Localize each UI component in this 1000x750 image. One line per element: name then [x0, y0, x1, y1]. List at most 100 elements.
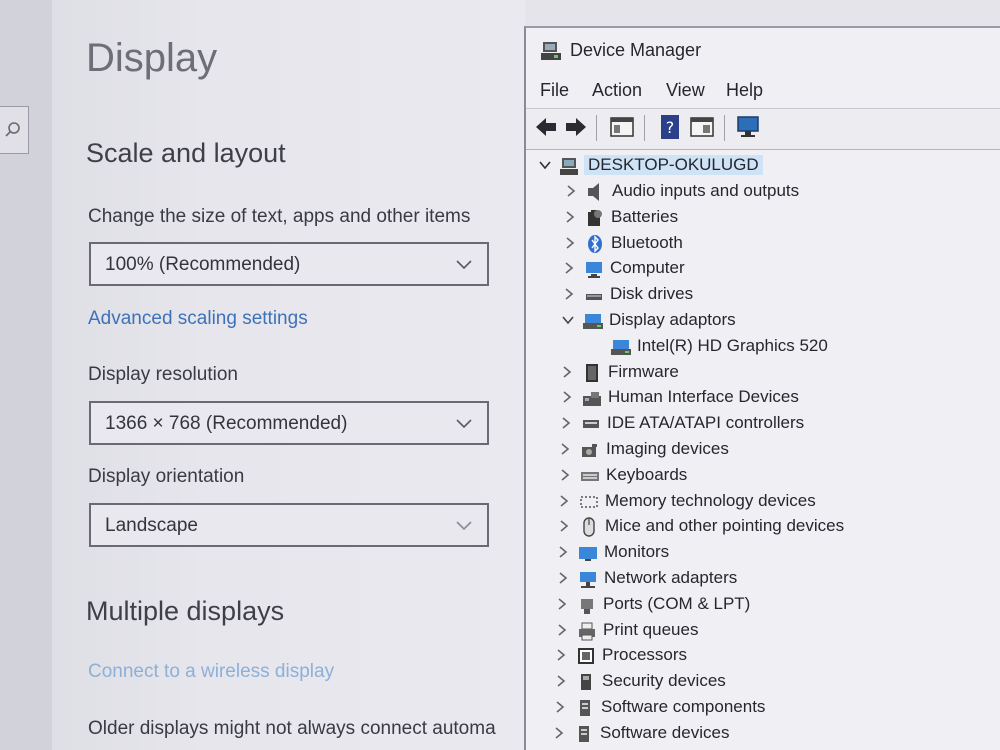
tree-item-label: Human Interface Devices [608, 387, 799, 407]
tree-item-label: Intel(R) HD Graphics 520 [637, 335, 828, 355]
tree-item-label: Mice and other pointing devices [605, 516, 845, 536]
chevron-right-icon[interactable] [554, 673, 568, 689]
details-view-icon[interactable] [688, 113, 716, 141]
speaker-icon [588, 183, 599, 201]
software-icon [579, 725, 589, 742]
chevron-right-icon[interactable] [559, 415, 573, 431]
computer-name: DESKTOP-OKULUGD [584, 155, 763, 175]
wireless-display-link[interactable]: Connect to a wireless display [88, 661, 334, 683]
scale-dropdown-value: 100% (Recommended) [105, 254, 301, 275]
device-manager-icon [541, 42, 561, 60]
tree-item-label: Network adapters [604, 568, 738, 587]
chevron-right-icon[interactable] [552, 725, 566, 741]
computer-icon [586, 262, 602, 279]
search-button[interactable] [0, 106, 29, 154]
older-displays-text: Older displays might not always connect … [88, 718, 496, 739]
processor-icon [578, 648, 594, 665]
resolution-dropdown[interactable]: 1366 × 768 (Recommended) [89, 401, 489, 445]
scan-hardware-icon[interactable] [734, 113, 762, 141]
chevron-right-icon[interactable] [560, 364, 574, 380]
camera-icon [582, 444, 597, 457]
toolbar-separator [724, 115, 725, 141]
mouse-icon [583, 517, 595, 538]
help-icon[interactable]: ? [656, 113, 684, 141]
menu-view[interactable]: View [666, 80, 705, 101]
orientation-dropdown-value: Landscape [105, 515, 198, 536]
tree-item-label: Ports (COM & LPT) [603, 593, 751, 613]
memory-icon [580, 495, 598, 508]
chevron-right-icon[interactable] [564, 183, 578, 199]
display-adapter-icon [611, 339, 631, 355]
chevron-down-icon[interactable] [561, 312, 575, 328]
chevron-right-icon[interactable] [554, 647, 568, 663]
chevron-right-icon[interactable] [557, 493, 571, 509]
menu-file[interactable]: File [540, 80, 569, 101]
tree-item-label: Imaging devices [606, 439, 729, 458]
tree-item-label: Computer [610, 258, 685, 278]
bluetooth-icon [588, 234, 602, 253]
security-icon [581, 674, 591, 691]
chevron-right-icon[interactable] [555, 596, 569, 612]
resolution-label: Display resolution [88, 364, 238, 385]
port-icon [581, 598, 593, 614]
chevron-right-icon[interactable] [562, 260, 576, 276]
battery-icon [588, 209, 602, 226]
ide-icon [583, 420, 599, 429]
orientation-dropdown[interactable]: Landscape [89, 503, 489, 547]
firmware-icon [586, 363, 598, 382]
orientation-label: Display orientation [88, 466, 245, 487]
tree-item-label: Display adaptors [609, 310, 736, 329]
tree-item-label: Memory technology devices [605, 490, 816, 510]
chevron-right-icon[interactable] [558, 467, 572, 483]
chevron-right-icon[interactable] [558, 441, 572, 457]
printer-icon [579, 622, 595, 641]
chevron-right-icon[interactable] [563, 209, 577, 225]
network-icon [580, 572, 596, 588]
tree-item-label: IDE ATA/ATAPI controllers [607, 413, 805, 433]
menu-help[interactable]: Help [726, 80, 763, 101]
hid-icon [583, 392, 601, 407]
disk-icon [586, 294, 602, 301]
chevron-down-icon [456, 521, 472, 531]
toolbar: ? [526, 108, 1000, 150]
tree-item-label: Print queues [603, 619, 699, 639]
resolution-dropdown-value: 1366 × 768 (Recommended) [105, 413, 348, 434]
window-title: Device Manager [570, 40, 702, 60]
monitor-icon [579, 547, 597, 562]
chevron-right-icon[interactable] [553, 699, 567, 715]
scale-dropdown[interactable]: 100% (Recommended) [89, 242, 489, 286]
device-manager-window: Device Manager File Action View Help ? D… [524, 26, 1000, 750]
page-title: Display [86, 36, 218, 80]
properties-icon[interactable] [608, 113, 636, 141]
chevron-down-icon [456, 419, 472, 429]
tree-item-label: Batteries [611, 206, 679, 226]
chevron-down-icon[interactable] [538, 157, 552, 173]
tree-item-label: Audio inputs and outputs [612, 181, 800, 200]
software-icon [580, 700, 590, 716]
chevron-right-icon[interactable] [562, 286, 576, 302]
tree-item-label: Firmware [608, 361, 679, 381]
toolbar-separator [596, 115, 597, 141]
svg-text:?: ? [666, 118, 675, 137]
tree-item-label: Bluetooth [611, 232, 683, 252]
computer-icon [560, 158, 578, 175]
back-arrow-icon[interactable] [532, 113, 560, 141]
tree-item-label: Software devices [600, 722, 730, 742]
toolbar-separator [644, 115, 645, 141]
chevron-right-icon[interactable] [557, 518, 571, 534]
keyboard-icon [581, 471, 599, 481]
tree-item-label: Monitors [604, 542, 670, 562]
tree-item-label: Keyboards [606, 464, 688, 484]
tree-item-label: Security devices [602, 671, 726, 691]
chevron-right-icon[interactable] [560, 389, 574, 405]
display-settings-pane: Display Scale and layout Change the size… [0, 0, 525, 750]
chevron-right-icon[interactable] [555, 622, 569, 638]
forward-arrow-icon[interactable] [562, 113, 590, 141]
chevron-right-icon[interactable] [556, 570, 570, 586]
chevron-right-icon[interactable] [556, 544, 570, 560]
multiple-displays-heading: Multiple displays [86, 596, 285, 626]
advanced-scaling-link[interactable]: Advanced scaling settings [88, 308, 308, 330]
chevron-right-icon[interactable] [563, 235, 577, 251]
menu-action[interactable]: Action [592, 80, 642, 101]
tree-item-label: Disk drives [610, 284, 694, 304]
